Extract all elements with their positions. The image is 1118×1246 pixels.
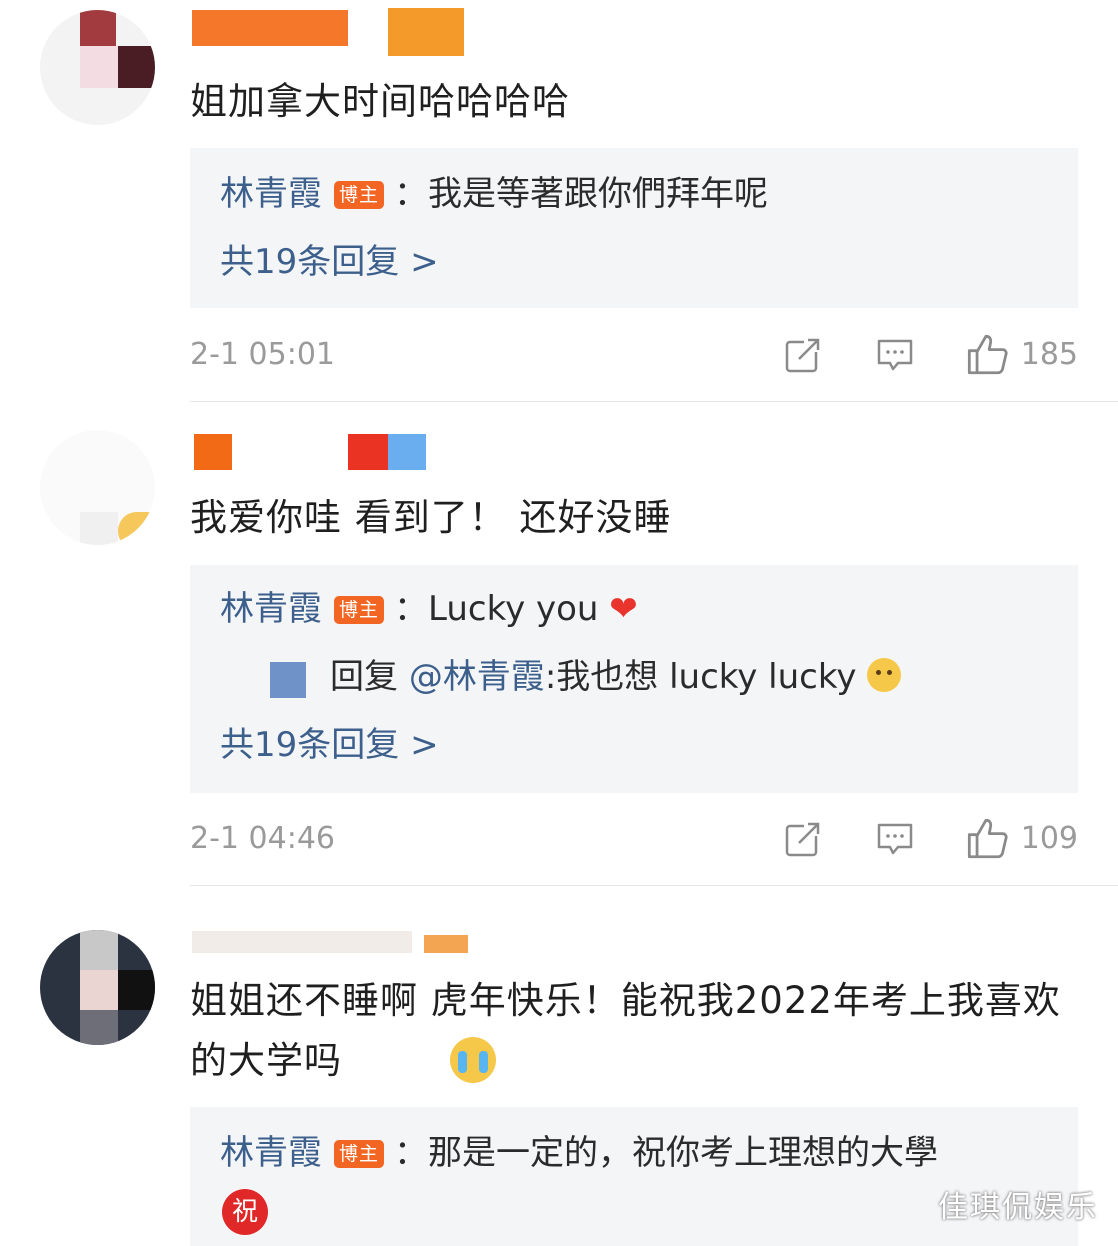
- mention-link[interactable]: @林青霞: [409, 657, 545, 697]
- reply-author[interactable]: 林青霞: [220, 174, 322, 214]
- share-icon[interactable]: [784, 336, 822, 374]
- comment-text: 姐加拿大时间哈哈哈哈: [190, 80, 570, 123]
- comment-text: 姐姐还不睡啊 虎年快乐！能祝我2022年考上我喜欢的大学吗: [190, 979, 1061, 1082]
- comment-meta: 2-1 05:01 185: [190, 330, 1078, 380]
- user-badge-blurred: [388, 434, 426, 470]
- reply-line: 林青霞 博主 ：我是等著跟你們拜年呢: [220, 170, 768, 218]
- sub-reply-avatar-blurred: [270, 662, 306, 698]
- thumbs-up-icon[interactable]: [966, 817, 1008, 859]
- more-replies-link[interactable]: 共19条回复 >: [220, 721, 439, 769]
- comment-meta: 2-1 04:46 109: [190, 814, 1078, 864]
- reply-text: ：那是一定的，祝你考上理想的大學: [394, 1133, 939, 1173]
- like-count: 109: [1020, 821, 1078, 856]
- comment-time: 2-1 04:46: [190, 821, 335, 856]
- user-badge-blurred: [388, 8, 464, 56]
- avatar[interactable]: [40, 10, 155, 125]
- reply-box[interactable]: 林青霞 博主 ：我是等著跟你們拜年呢 共19条回复 >: [190, 148, 1078, 308]
- avatar[interactable]: [40, 430, 155, 545]
- username-blurred[interactable]: [192, 10, 348, 46]
- author-badge: 博主: [334, 181, 385, 209]
- reply-line: 林青霞 博主 ：Lucky you ❤: [220, 585, 638, 633]
- comment-1: 姐加拿大时间哈哈哈哈 林青霞 博主 ：我是等著跟你們拜年呢 共19条回复 > 2-1…: [0, 0, 1118, 400]
- reply-line: 林青霞 博主 ：那是一定的，祝你考上理想的大學: [220, 1129, 938, 1177]
- username-blurred[interactable]: [192, 931, 412, 953]
- heart-emoji: ❤: [609, 589, 638, 629]
- comment-icon[interactable]: [876, 336, 914, 374]
- author-badge: 博主: [334, 596, 385, 624]
- thumbs-up-icon[interactable]: [966, 333, 1008, 375]
- comment-text: 我爱你哇 看到了！ 还好没睡: [190, 496, 672, 539]
- reply-text: ：Lucky you: [394, 589, 599, 629]
- author-badge: 博主: [334, 1140, 385, 1168]
- username-blurred[interactable]: [194, 434, 232, 470]
- sleepy-emoji: [867, 658, 902, 692]
- sub-reply-line: 回复 @林青霞:我也想 lucky lucky: [270, 653, 902, 701]
- watermark: 佳琪侃娱乐: [938, 1190, 1098, 1225]
- reply-author[interactable]: 林青霞: [220, 589, 322, 629]
- user-badge-blurred: [424, 935, 468, 953]
- reply-box[interactable]: 林青霞 博主 ：Lucky you ❤ 回复 @林青霞:我也想 lucky luck…: [190, 565, 1078, 793]
- reply-author[interactable]: 林青霞: [220, 1133, 322, 1173]
- comment-2: 我爱你哇 看到了！ 还好没睡 林青霞 博主 ：Lucky you ❤ 回复 @林青霞…: [0, 400, 1118, 885]
- sub-reply-text: :我也想 lucky lucky: [544, 657, 857, 697]
- share-icon[interactable]: [784, 820, 822, 858]
- like-count: 185: [1020, 337, 1078, 372]
- sub-reply-prefix: 回复: [330, 657, 398, 697]
- user-badge-blurred: [348, 434, 388, 470]
- comment-time: 2-1 05:01: [190, 337, 335, 372]
- comment-icon[interactable]: [876, 820, 914, 858]
- more-replies-link[interactable]: 共19条回复 >: [220, 238, 439, 286]
- avatar[interactable]: [40, 930, 155, 1045]
- crying-emoji: [450, 1037, 496, 1083]
- blessing-emoji: 祝: [222, 1189, 268, 1235]
- reply-text: ：我是等著跟你們拜年呢: [394, 174, 769, 214]
